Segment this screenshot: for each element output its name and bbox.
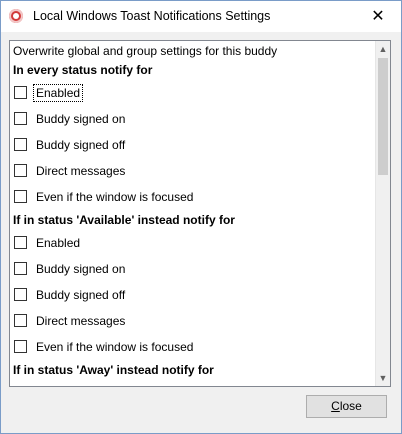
- checkbox-box[interactable]: [14, 288, 27, 301]
- checkbox-label: Even if the window is focused: [36, 340, 194, 354]
- checkbox-available-enabled[interactable]: Enabled: [14, 233, 82, 253]
- close-button[interactable]: Close: [306, 395, 387, 418]
- checkbox-box[interactable]: [14, 138, 27, 151]
- checkbox-label: Even if the window is focused: [36, 190, 194, 204]
- checkbox-label: Buddy signed off: [36, 138, 126, 152]
- window-title: Local Windows Toast Notifications Settin…: [33, 9, 271, 23]
- scrollbar-thumb[interactable]: [378, 58, 388, 175]
- checkbox-box[interactable]: [14, 314, 27, 327]
- checkbox-box[interactable]: [14, 112, 27, 125]
- close-icon[interactable]: ✕: [355, 1, 401, 32]
- checkbox-available-direct-messages[interactable]: Direct messages: [14, 311, 127, 331]
- close-button-label: lose: [339, 399, 362, 413]
- checkbox-label: Direct messages: [36, 164, 126, 178]
- checkbox-label: Enabled: [36, 236, 81, 250]
- checkbox-label: Buddy signed on: [36, 112, 126, 126]
- checkbox-every-signed-on[interactable]: Buddy signed on: [14, 109, 127, 129]
- close-button-mnemonic: C: [331, 399, 340, 413]
- settings-panel: Overwrite global and group settings for …: [9, 40, 391, 387]
- checkbox-available-window-focused[interactable]: Even if the window is focused: [14, 337, 195, 357]
- checkbox-box[interactable]: [14, 340, 27, 353]
- checkbox-box[interactable]: [14, 190, 27, 203]
- settings-dialog: Local Windows Toast Notifications Settin…: [0, 0, 402, 434]
- checkbox-box[interactable]: [14, 236, 27, 249]
- checkbox-available-signed-on[interactable]: Buddy signed on: [14, 259, 127, 279]
- checkbox-box[interactable]: [14, 164, 27, 177]
- checkbox-available-signed-off[interactable]: Buddy signed off: [14, 285, 127, 305]
- checkbox-box[interactable]: [14, 262, 27, 275]
- checkbox-every-signed-off[interactable]: Buddy signed off: [14, 135, 127, 155]
- checkbox-box[interactable]: [14, 86, 27, 99]
- app-icon: [9, 9, 23, 23]
- checkbox-every-enabled[interactable]: Enabled: [14, 83, 84, 103]
- section-heading-away: If in status 'Away' instead notify for: [13, 363, 214, 377]
- checkbox-label: Buddy signed on: [36, 262, 126, 276]
- section-heading-every-status: In every status notify for: [13, 63, 153, 77]
- checkbox-label: Enabled: [32, 84, 84, 102]
- checkbox-label: Buddy signed off: [36, 288, 126, 302]
- checkbox-every-window-focused[interactable]: Even if the window is focused: [14, 187, 195, 207]
- scroll-down-icon[interactable]: ▼: [376, 370, 390, 386]
- vertical-scrollbar[interactable]: ▲ ▼: [375, 41, 390, 386]
- section-heading-available: If in status 'Available' instead notify …: [13, 213, 235, 227]
- checkbox-every-direct-messages[interactable]: Direct messages: [14, 161, 127, 181]
- title-bar: Local Windows Toast Notifications Settin…: [1, 1, 401, 32]
- overwrite-header: Overwrite global and group settings for …: [13, 44, 278, 58]
- scroll-up-icon[interactable]: ▲: [376, 41, 390, 57]
- checkbox-label: Direct messages: [36, 314, 126, 328]
